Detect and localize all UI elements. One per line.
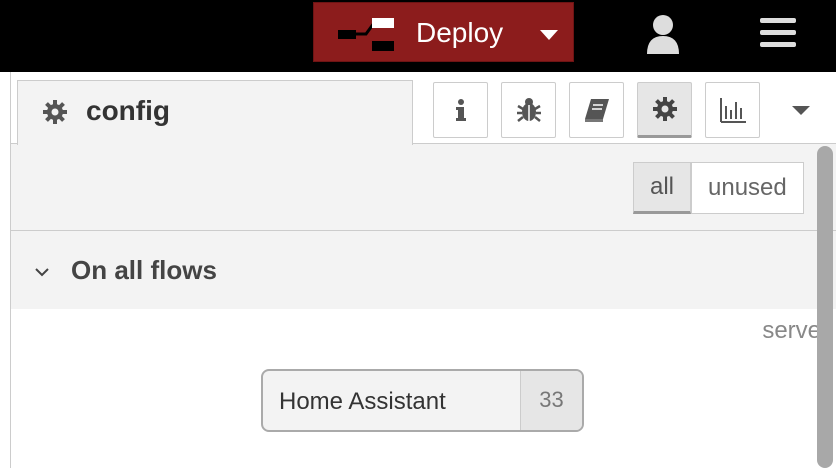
filter-all-button[interactable]: all (633, 162, 692, 214)
filter-toggle: all unused (633, 162, 804, 214)
config-node-name: Home Assistant (279, 388, 446, 415)
help-button[interactable] (569, 82, 624, 138)
config-node-list: server Home Assistant 33 (11, 309, 836, 468)
info-icon (455, 99, 466, 121)
header-bar: Deploy (0, 0, 836, 72)
section-header[interactable]: On all flows (11, 231, 836, 309)
bug-icon (516, 98, 541, 122)
gear-icon (652, 97, 677, 121)
chart-icon (719, 98, 746, 123)
menu-icon[interactable] (760, 16, 796, 48)
book-icon (584, 99, 609, 122)
user-icon[interactable] (645, 14, 681, 54)
sidebar-tabbar: config (11, 72, 836, 145)
more-tabs-chevron-icon[interactable] (792, 106, 810, 115)
scrollbar[interactable] (817, 146, 833, 468)
tab-config[interactable]: config (17, 80, 413, 145)
chevron-down-icon (35, 268, 49, 277)
info-button[interactable] (433, 82, 488, 138)
deploy-button[interactable]: Deploy (313, 2, 574, 62)
debug-button[interactable] (501, 82, 556, 138)
tab-config-label: config (86, 95, 170, 126)
deploy-dropdown-chevron-icon[interactable] (540, 30, 558, 40)
deploy-label: Deploy (416, 17, 504, 48)
sidebar: config all unused On all flows server Ho… (10, 72, 836, 468)
section-title: On all flows (71, 255, 217, 285)
deploy-icon (338, 18, 394, 51)
config-node-count: 33 (520, 371, 582, 430)
config-nodes-button[interactable] (637, 82, 692, 138)
config-node[interactable]: Home Assistant 33 (261, 369, 584, 432)
dashboard-button[interactable] (705, 82, 760, 138)
gear-icon (43, 100, 67, 124)
filter-unused-button[interactable]: unused (691, 162, 804, 214)
